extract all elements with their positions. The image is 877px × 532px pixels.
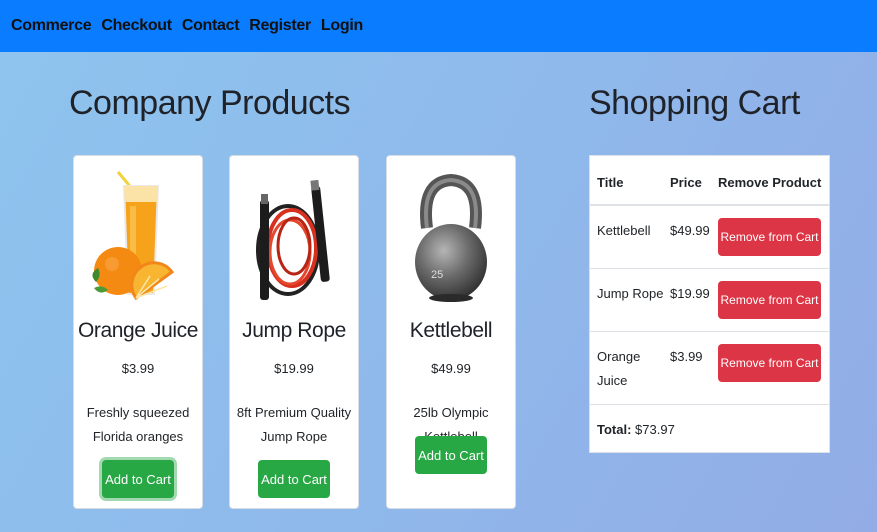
product-description: 8ft Premium Quality Jump Rope xyxy=(236,405,352,444)
product-description: Freshly squeezed Florida oranges xyxy=(86,405,190,444)
add-to-cart-button[interactable]: Add to Cart xyxy=(102,460,174,498)
row-divider xyxy=(590,268,829,269)
row-divider xyxy=(590,331,829,332)
cart-total: Total: $73.97 xyxy=(597,422,675,437)
add-to-cart-button[interactable]: Add to Cart xyxy=(258,460,330,498)
row-divider xyxy=(590,404,829,405)
product-card-kettlebell: 25 Kettlebell $49.99 25lb Olympic Kettle… xyxy=(386,155,516,509)
products-heading: Company Products xyxy=(69,84,351,122)
product-card-jump-rope: Jump Rope $19.99 8ft Premium Quality Jum… xyxy=(229,155,359,509)
nav-link-checkout[interactable]: Checkout xyxy=(101,17,172,35)
remove-from-cart-button[interactable]: Remove from Cart xyxy=(718,344,821,382)
total-value: $73.97 xyxy=(635,422,675,437)
kettlebell-image: 25 xyxy=(415,173,487,302)
remove-from-cart-button[interactable]: Remove from Cart xyxy=(718,281,821,319)
product-card-orange-juice: Orange Juice $3.99 Freshly squeezed Flor… xyxy=(73,155,203,509)
cart-item-price: $3.99 xyxy=(670,349,703,364)
svg-text:25: 25 xyxy=(431,269,443,281)
cart-item-price: $19.99 xyxy=(670,286,710,301)
remove-from-cart-button[interactable]: Remove from Cart xyxy=(718,218,821,256)
add-to-cart-button[interactable]: Add to Cart xyxy=(415,436,487,474)
product-price: $19.99 xyxy=(274,361,314,376)
nav-link-contact[interactable]: Contact xyxy=(182,17,240,35)
navbar: Commerce Checkout Contact Register Login xyxy=(0,0,877,52)
cart-item-price: $49.99 xyxy=(670,223,710,238)
cart-item-title: Jump Rope xyxy=(597,286,664,301)
total-label: Total: xyxy=(597,422,632,437)
cart-table: Title Price Remove Product Kettlebell $4… xyxy=(589,155,830,453)
cart-heading: Shopping Cart xyxy=(589,84,800,122)
column-header-title: Title xyxy=(597,175,624,190)
product-title: Orange Juice xyxy=(77,319,199,342)
cart-item-title: Orange Juice xyxy=(597,349,641,388)
orange-juice-image xyxy=(92,171,175,301)
product-title: Kettlebell xyxy=(409,319,493,342)
column-header-remove: Remove Product xyxy=(718,175,822,190)
nav-link-login[interactable]: Login xyxy=(321,17,363,35)
column-header-price: Price xyxy=(670,175,702,190)
cart-item-title: Kettlebell xyxy=(597,223,651,238)
nav-link-register[interactable]: Register xyxy=(249,17,311,35)
product-title: Jump Rope xyxy=(242,319,346,342)
product-price: $49.99 xyxy=(431,361,471,376)
product-price: $3.99 xyxy=(121,361,155,376)
nav-link-commerce[interactable]: Commerce xyxy=(11,17,92,35)
jump-rope-image xyxy=(256,179,330,300)
header-divider xyxy=(590,204,829,206)
